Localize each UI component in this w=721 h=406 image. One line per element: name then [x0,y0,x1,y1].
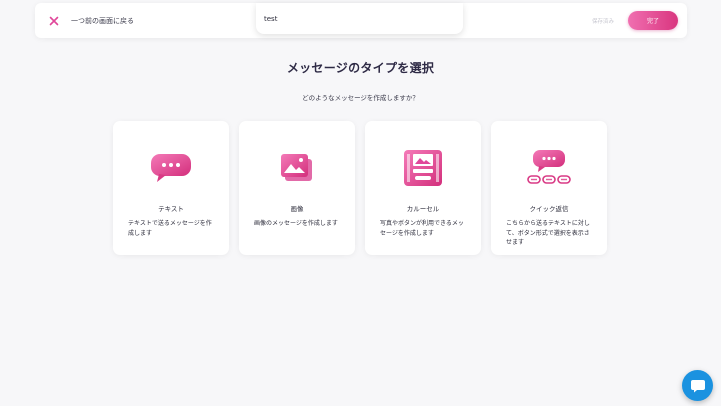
save-status: 保存済み [592,18,615,25]
quick-reply-icon [527,150,571,184]
top-bar: 一つ前の画面に戻る 保存済み 完了 [35,3,687,38]
card-quick-reply[interactable]: クイック返信 こちらから送るテキストに対して、ボタン形式で選択を表示させます [491,121,607,255]
card-description: こちらから送るテキストに対して、ボタン形式で選択を表示させます [506,220,590,246]
chat-bubble-icon [151,154,191,182]
page-subtitle: どのようなメッセージを作成しますか？ [302,94,419,102]
card-title: クイック返信 [529,205,569,213]
message-type-list: テキスト テキストで送るメッセージを作成します 画像 画像のメッセージを作成しま… [113,121,607,255]
image-icon [281,154,312,181]
close-icon[interactable] [49,16,59,26]
card-text[interactable]: テキスト テキストで送るメッセージを作成します [113,121,229,255]
card-image[interactable]: 画像 画像のメッセージを作成します [239,121,355,255]
chat-icon [690,379,705,392]
back-link[interactable]: 一つ前の画面に戻る [49,3,134,38]
card-title: カルーセル [406,205,440,213]
card-title: テキスト [158,205,184,213]
card-carousel[interactable]: カルーセル 写真やボタンが利用できるメッセージを作成します [365,121,481,255]
message-name-input[interactable] [256,3,463,34]
card-title: 画像 [290,205,304,213]
page-title: メッセージのタイプを選択 [286,61,435,75]
card-description: 写真やボタンが利用できるメッセージを作成します [380,220,464,237]
done-button[interactable]: 完了 [628,11,678,30]
back-label: 一つ前の画面に戻る [71,16,134,25]
card-description: 画像のメッセージを作成します [254,220,338,227]
carousel-icon [404,150,442,186]
card-description: テキストで送るメッセージを作成します [128,220,212,237]
chat-support-button[interactable] [682,370,713,401]
